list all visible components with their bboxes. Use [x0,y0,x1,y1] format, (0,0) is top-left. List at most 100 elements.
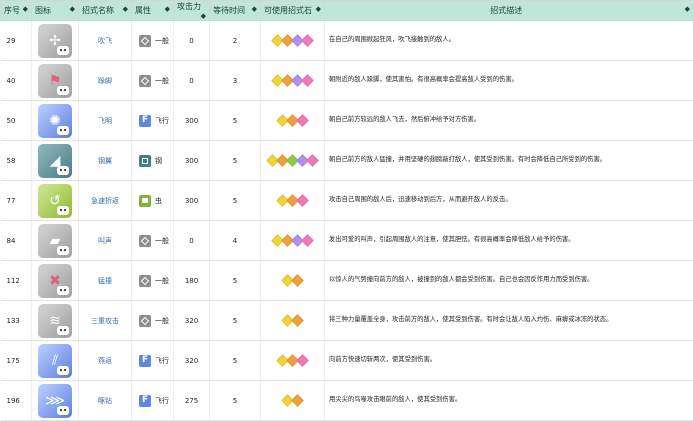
table-row: 58 ◢ 钢翼 钢 300 5 朝自己前方的敌人猛撞，并用坚硬的翅膀敲打敌人，使… [1,141,693,181]
col-header-attr[interactable]: 属性◆ [132,1,174,21]
pokemon-badge-icon [57,326,69,335]
normal-type-icon [139,275,151,287]
move-name[interactable]: 猛撞 [79,261,132,301]
col-header-power[interactable]: 攻击力◆ [174,1,210,21]
move-description: 向前方快速切斩两次，使其受到伤害。 [325,341,693,381]
move-number: 196 [1,381,32,421]
move-attr-cell: 飞行 [132,381,174,421]
move-icon-cell: ✖ [32,261,79,301]
move-attr-label: 飞行 [155,116,169,126]
move-attr-label: 一般 [155,36,169,46]
fly-type-icon [139,115,151,127]
move-stones-cell [261,261,325,301]
move-stones-cell [261,301,325,341]
tri-attack-icon[interactable]: ≋ [38,304,72,338]
stone-list [264,116,321,125]
stone-gem-pink [301,234,314,247]
move-power: 300 [174,101,210,141]
move-icon-cell: ✢ [32,21,79,61]
col-header-wait[interactable]: 等待时间◆ [210,1,261,21]
move-description: 以惊人的气势撞向前方的敌人，被撞到的敌人都会受到伤害。自己也会因反作用力而受到伤… [325,261,693,301]
steel-type-icon [139,155,151,167]
move-power: 0 [174,221,210,261]
header-label: 图标 [35,6,51,15]
move-power: 180 [174,261,210,301]
fly-type-icon [139,395,151,407]
move-name[interactable]: 燕返 [79,341,132,381]
u-turn-icon[interactable]: ↺ [38,184,72,218]
stone-list [264,396,321,405]
pokemon-badge-icon [57,206,69,215]
move-name[interactable]: 吹飞 [79,21,132,61]
moves-table: 序号◆ 图标◆ 招式名称◆ 属性◆ 攻击力◆ 等待时间◆ 可使用招式石◆ 招式描… [0,0,693,421]
col-header-icon[interactable]: 图标 ◆ [32,1,79,21]
move-attr-label: 一般 [155,76,169,86]
move-name[interactable]: 跺脚 [79,61,132,101]
move-attr-cell: 钢 [132,141,174,181]
normal-type-icon [139,35,151,47]
move-power: 320 [174,301,210,341]
move-name[interactable]: 叫声 [79,221,132,261]
move-icon-cell: ≋ [32,301,79,341]
sort-icon[interactable]: ◆ [201,12,206,20]
move-glyph: ⫽ [52,354,58,368]
pokemon-badge-icon [57,86,69,95]
slash-icon[interactable]: ⫽ [38,344,72,378]
header-label: 可使用招式石 [264,6,312,15]
stone-list [264,196,321,205]
move-attr-label: 飞行 [155,356,169,366]
iron-tail-icon[interactable]: ◢ [38,144,72,178]
sort-icon[interactable]: ◆ [252,5,257,13]
sort-icon[interactable]: ◆ [123,5,128,13]
whirlwind-icon[interactable]: ✢ [38,24,72,58]
pokemon-badge-icon [57,366,69,375]
table-row: 29 ✢ 吹飞 一般 0 2 在自己的周围掀起狂风，吹飞接触到的敌人。 [1,21,693,61]
stone-gem-orange [291,274,304,287]
pokemon-badge-icon [57,126,69,135]
move-icon-cell: ▰ [32,221,79,261]
move-attr-label: 一般 [155,316,169,326]
move-name[interactable]: 三重攻击 [79,301,132,341]
col-header-stones[interactable]: 可使用招式石 ◆ [261,1,325,21]
col-header-name[interactable]: 招式名称 ◆ [79,1,132,21]
stone-gem-pink [296,194,309,207]
move-name[interactable]: 钢翼 [79,141,132,181]
table-row: 175 ⫽ 燕返 飞行 320 5 向前方快速切斩两次，使其受到伤害。 [1,341,693,381]
move-name[interactable]: 急速折返 [79,181,132,221]
sort-icon[interactable]: ◆ [70,5,75,13]
stomp-icon[interactable]: ⚑ [38,64,72,98]
move-attr-cell: 飞行 [132,101,174,141]
move-wait-time: 5 [210,341,261,381]
col-header-no[interactable]: 序号◆ [1,1,32,21]
move-power: 0 [174,61,210,101]
stone-list [264,236,321,245]
move-number: 40 [1,61,32,101]
move-name[interactable]: 啄钻 [79,381,132,421]
move-number: 58 [1,141,32,181]
move-name[interactable]: 飞明 [79,101,132,141]
air-slash-icon[interactable]: ✺ [38,104,72,138]
table-row: 84 ▰ 叫声 一般 0 4 发出可爱的叫声，引起周围敌人的注意，使其胆怯。有很… [1,221,693,261]
col-header-desc[interactable]: 招式描述◆ [325,1,693,21]
move-stones-cell [261,21,325,61]
move-number: 50 [1,101,32,141]
move-description: 在自己的周围掀起狂风，吹飞接触到的敌人。 [325,21,693,61]
move-attr-label: 飞行 [155,396,169,406]
table-row: 133 ≋ 三重攻击 一般 320 5 将三种力量覆盖全身，攻击前方的敌人，使其… [1,301,693,341]
header-label: 攻击力 [177,2,201,11]
move-description: 将三种力量覆盖全身，攻击前方的敌人，使其受到伤害。有时会让敌人陷入灼伤、麻痹或冰… [325,301,693,341]
peck-icon[interactable]: ⋙ [38,384,72,418]
sort-icon[interactable]: ◆ [23,5,28,13]
move-description: 攻击自己周围的敌人后，迅速移动到后方，从而避开敌人的反击。 [325,181,693,221]
sort-icon[interactable]: ◆ [685,5,690,13]
double-edge-icon[interactable]: ✖ [38,264,72,298]
bug-type-icon [139,195,151,207]
growl-icon[interactable]: ▰ [38,224,72,258]
header-label: 招式名称 [82,6,114,15]
table-row: 112 ✖ 猛撞 一般 180 5 以惊人的气势撞向前方的敌人，被撞到的敌人都会… [1,261,693,301]
sort-icon[interactable]: ◆ [316,5,321,13]
stone-list [264,316,321,325]
table-header-row: 序号◆ 图标◆ 招式名称◆ 属性◆ 攻击力◆ 等待时间◆ 可使用招式石◆ 招式描… [1,1,693,21]
move-stones-cell [261,221,325,261]
sort-icon[interactable]: ◆ [165,5,170,13]
